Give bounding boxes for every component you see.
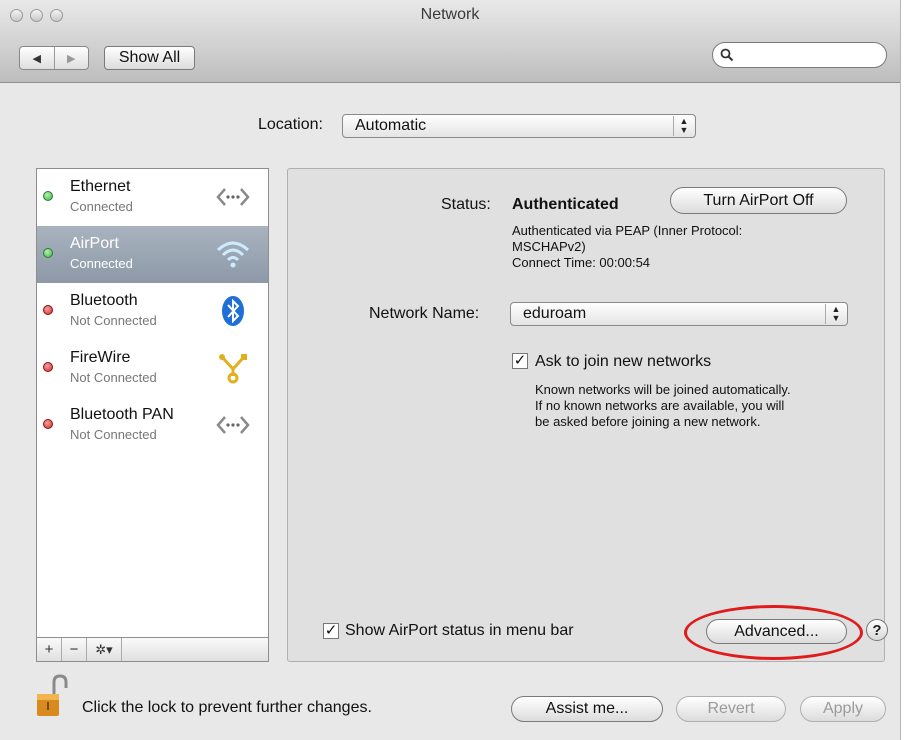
annotation-highlight-circle xyxy=(684,605,863,660)
location-value: Automatic xyxy=(355,117,427,134)
network-preferences-window: Network ◀ ▶ Show All Location: Automatic… xyxy=(0,0,901,740)
window-title: Network xyxy=(420,6,480,23)
status-dot xyxy=(43,248,53,258)
gear-icon[interactable]: ✲▾ xyxy=(87,638,122,661)
network-name-label: Network Name: xyxy=(369,305,480,322)
firewire-icon xyxy=(215,350,251,386)
service-list[interactable]: Ethernet Connected AirPort Connected Blu… xyxy=(36,168,269,662)
service-status: Connected xyxy=(70,199,133,214)
status-value: Authenticated xyxy=(512,196,619,213)
ask-to-join-checkbox[interactable]: ✓ xyxy=(512,353,528,369)
lock-icon[interactable] xyxy=(36,674,70,718)
ethernet-icon xyxy=(215,179,251,215)
status-dot xyxy=(43,305,53,315)
show-status-checkbox[interactable]: ✓ xyxy=(323,623,339,639)
connect-time: Connect Time: 00:00:54 xyxy=(512,255,651,270)
revert-button[interactable]: Revert xyxy=(676,696,786,722)
service-status: Not Connected xyxy=(70,427,157,442)
service-name: FireWire xyxy=(70,349,131,366)
bluetooth-icon xyxy=(215,293,251,329)
ask-to-join-help-3: be asked before joining a new network. xyxy=(535,414,761,429)
service-name: AirPort xyxy=(70,235,119,252)
network-name-value: eduroam xyxy=(523,305,587,322)
forward-button[interactable]: ▶ xyxy=(55,47,89,69)
show-status-label: Show AirPort status in menu bar xyxy=(345,622,574,639)
status-dot xyxy=(43,362,53,372)
turn-airport-off-button[interactable]: Turn AirPort Off xyxy=(670,187,847,214)
title-bar: Network ◀ ▶ Show All xyxy=(0,0,900,83)
search-icon xyxy=(720,48,734,62)
service-status: Not Connected xyxy=(70,370,157,385)
service-name: Ethernet xyxy=(70,178,131,195)
status-dot xyxy=(43,419,53,429)
service-item-firewire[interactable]: FireWire Not Connected xyxy=(37,340,268,397)
service-name: Bluetooth xyxy=(70,292,138,309)
service-item-airport[interactable]: AirPort Connected xyxy=(37,226,268,283)
service-item-bluetooth[interactable]: Bluetooth Not Connected xyxy=(37,283,268,340)
service-list-controls: + − ✲▾ xyxy=(36,637,269,662)
service-item-ethernet[interactable]: Ethernet Connected xyxy=(37,169,268,226)
location-popup[interactable]: Automatic ▲ ▼ xyxy=(342,114,696,138)
status-detail-line-1: Authenticated via PEAP (Inner Protocol: xyxy=(512,223,743,238)
ethernet-icon xyxy=(215,407,251,443)
location-label: Location: xyxy=(258,116,323,133)
show-all-button[interactable]: Show All xyxy=(104,46,195,70)
popup-arrows-icon: ▲ ▼ xyxy=(673,116,694,136)
service-item-bluetooth-pan[interactable]: Bluetooth PAN Not Connected xyxy=(37,397,268,454)
apply-button[interactable]: Apply xyxy=(800,696,886,722)
search-field[interactable] xyxy=(712,42,887,68)
service-status: Not Connected xyxy=(70,313,157,328)
service-name: Bluetooth PAN xyxy=(70,406,174,423)
network-name-popup[interactable]: eduroam ▲ ▼ xyxy=(510,302,848,326)
search-input[interactable] xyxy=(737,46,881,63)
popup-arrows-icon: ▲ ▼ xyxy=(825,304,846,324)
status-label: Status: xyxy=(441,196,491,213)
ask-to-join-label: Ask to join new networks xyxy=(535,353,712,370)
assist-me-button[interactable]: Assist me... xyxy=(511,696,663,722)
service-status: Connected xyxy=(70,256,133,271)
status-detail-line-2: MSCHAPv2) xyxy=(512,239,586,254)
status-dot xyxy=(43,191,53,201)
ask-to-join-help-1: Known networks will be joined automatica… xyxy=(535,382,791,397)
lock-message: Click the lock to prevent further change… xyxy=(82,699,372,716)
remove-service-button[interactable]: − xyxy=(62,638,87,661)
help-button[interactable]: ? xyxy=(866,619,888,641)
back-forward-control: ◀ ▶ xyxy=(19,46,89,70)
ask-to-join-help-2: If no known networks are available, you … xyxy=(535,398,785,413)
wifi-icon xyxy=(215,236,251,272)
back-button[interactable]: ◀ xyxy=(20,47,55,69)
add-service-button[interactable]: + xyxy=(37,638,62,661)
